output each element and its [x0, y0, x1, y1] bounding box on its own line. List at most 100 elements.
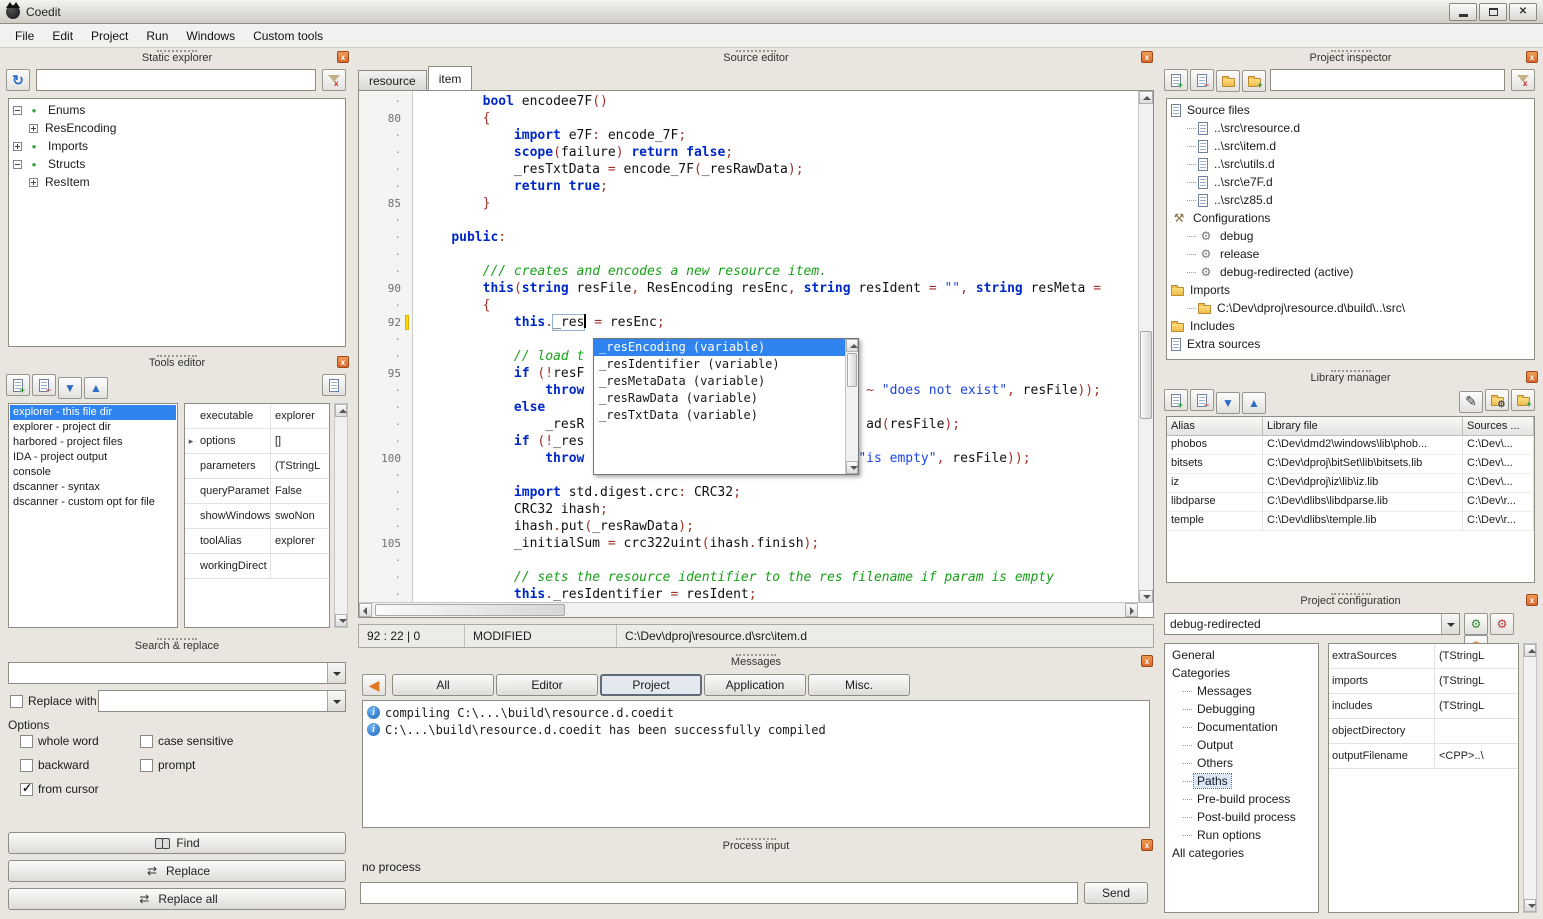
expand-icon[interactable] [29, 178, 38, 187]
property-row[interactable]: toolAliasexplorer [185, 529, 329, 554]
project-tree-item[interactable]: ..\src\utils.d [1169, 155, 1532, 173]
scroll-down-icon[interactable] [846, 461, 858, 474]
property-value[interactable]: (TStringL [1435, 650, 1518, 662]
tool-list-item[interactable]: explorer - project dir [10, 420, 176, 435]
category-tree-item[interactable]: Categories [1167, 664, 1316, 682]
close-panel-button[interactable] [1526, 51, 1538, 63]
completion-item[interactable]: _resEncoding (variable) [594, 339, 845, 356]
symbol-tree-item[interactable]: ●Enums [11, 101, 343, 119]
add-tool-button[interactable]: + [6, 374, 30, 396]
replace-button[interactable]: ⇄ Replace [8, 860, 346, 882]
library-row[interactable]: izC:\Dev\dproj\iz\lib\iz.libC:\Dev\... [1167, 474, 1534, 493]
message-row[interactable]: C:\...\build\resource.d.coedit has been … [363, 721, 1149, 738]
tab-resource[interactable]: resource [358, 70, 427, 90]
project-tree-item[interactable]: C:\Dev\dproj\resource.d\build\..\src\ [1169, 299, 1532, 317]
symbol-filter-input[interactable] [36, 69, 316, 91]
scroll-right-icon[interactable] [1125, 603, 1138, 617]
project-tree-item[interactable]: ..\src\item.d [1169, 137, 1532, 155]
property-row[interactable]: ▸options[] [185, 429, 329, 454]
checkbox-from-cursor[interactable]: from cursor [20, 782, 99, 796]
property-value[interactable]: explorer [271, 410, 329, 422]
filter-application-button[interactable]: Application [704, 674, 806, 696]
scroll-down-icon[interactable] [1524, 899, 1536, 912]
library-from-folder-button[interactable]: + [1511, 389, 1535, 411]
close-panel-button[interactable] [337, 51, 349, 63]
add-library-button[interactable]: + [1164, 389, 1188, 411]
chevron-down-icon[interactable] [327, 663, 345, 683]
symbol-tree-item[interactable]: ●Imports [11, 137, 343, 155]
category-tree-item[interactable]: Pre-build process [1167, 790, 1316, 808]
scroll-down-icon[interactable] [1139, 590, 1153, 603]
checkbox-prompt[interactable]: prompt [140, 758, 195, 772]
column-header-libraryfile[interactable]: Library file [1263, 417, 1463, 436]
close-panel-button[interactable] [1141, 51, 1153, 63]
property-value[interactable]: (TStringL [271, 460, 329, 472]
project-tree-item[interactable]: ⚒Configurations [1169, 209, 1532, 227]
property-value[interactable]: (TStringL [1435, 675, 1518, 687]
tool-list-item[interactable]: explorer - this file dir [10, 405, 176, 420]
send-button[interactable]: Send [1084, 882, 1148, 904]
property-value[interactable]: explorer [271, 535, 329, 547]
project-tree-item[interactable]: Extra sources [1169, 335, 1532, 353]
library-row[interactable]: templeC:\Dev\dlibs\temple.libC:\Dev\r... [1167, 512, 1534, 531]
tools-grid-scrollbar[interactable] [334, 403, 348, 628]
scroll-up-icon[interactable] [846, 339, 858, 352]
filter-all-button[interactable]: All [392, 674, 494, 696]
property-row[interactable]: queryParametFalse [185, 479, 329, 504]
scroll-down-icon[interactable] [335, 614, 347, 627]
menu-project[interactable]: Project [82, 26, 137, 46]
completion-item[interactable]: _resTxtData (variable) [594, 407, 845, 424]
process-input-field[interactable] [360, 882, 1078, 904]
property-row[interactable]: objectDirectory [1329, 719, 1518, 744]
remove-source-button[interactable]: − [1190, 69, 1214, 91]
project-tree-item[interactable]: ..\src\resource.d [1169, 119, 1532, 137]
scrollbar-thumb[interactable] [847, 353, 857, 387]
project-tree-item[interactable]: Imports [1169, 281, 1532, 299]
category-tree-item[interactable]: All categories [1167, 844, 1316, 862]
project-tree-item[interactable]: ⚙debug-redirected (active) [1169, 263, 1532, 281]
project-tree-item[interactable]: ..\src\z85.d [1169, 191, 1532, 209]
filter-misc-button[interactable]: Misc. [808, 674, 910, 696]
completion-item[interactable]: _resIdentifier (variable) [594, 356, 845, 373]
property-row[interactable]: workingDirect [185, 554, 329, 579]
category-tree-item[interactable]: Documentation [1167, 718, 1316, 736]
property-row[interactable]: showWindowsswoNon [185, 504, 329, 529]
close-button[interactable]: ✕ [1509, 3, 1537, 21]
category-tree-item[interactable]: Others [1167, 754, 1316, 772]
project-tree-item[interactable]: ..\src\e7F.d [1169, 173, 1532, 191]
close-panel-button[interactable] [1526, 594, 1538, 606]
category-tree-item[interactable]: Run options [1167, 826, 1316, 844]
remove-library-button[interactable]: − [1190, 389, 1214, 411]
scroll-up-icon[interactable] [1139, 91, 1153, 104]
property-row[interactable]: includes(TStringL [1329, 694, 1518, 719]
tool-list-item[interactable]: console [10, 465, 176, 480]
replace-combobox[interactable] [98, 690, 346, 712]
configuration-grid-scrollbar[interactable] [1523, 643, 1537, 913]
menu-custom-tools[interactable]: Custom tools [244, 26, 332, 46]
scroll-up-icon[interactable] [1524, 644, 1536, 657]
property-value[interactable]: [] [271, 435, 329, 447]
scroll-left-icon[interactable] [359, 603, 372, 617]
library-row[interactable]: libdparseC:\Dev\dlibs\libdparse.libC:\De… [1167, 493, 1534, 512]
symbol-tree-item[interactable]: ResItem [11, 173, 343, 191]
project-tree-item[interactable]: ⚙release [1169, 245, 1532, 263]
tool-list-item[interactable]: IDA - project output [10, 450, 176, 465]
expand-icon[interactable] [13, 142, 22, 151]
close-panel-button[interactable] [1526, 371, 1538, 383]
move-library-up-button[interactable]: ▲ [1242, 392, 1266, 414]
remove-tool-button[interactable]: − [32, 374, 56, 396]
tool-list-item[interactable]: dscanner - syntax [10, 480, 176, 495]
edit-library-button[interactable]: ✎ [1459, 391, 1483, 413]
category-tree-item[interactable]: Messages [1167, 682, 1316, 700]
category-tree-item[interactable]: Output [1167, 736, 1316, 754]
editor-vertical-scrollbar[interactable] [1138, 91, 1153, 603]
find-button[interactable]: Find [8, 832, 346, 854]
property-row[interactable]: parameters(TStringL [185, 454, 329, 479]
close-panel-button[interactable] [1141, 655, 1153, 667]
tool-list-item[interactable]: harbored - project files [10, 435, 176, 450]
category-tree-item[interactable]: Paths [1167, 772, 1316, 790]
add-folder-button[interactable]: + [1242, 70, 1266, 92]
editor-horizontal-scrollbar[interactable] [359, 602, 1138, 617]
category-tree-item[interactable]: General [1167, 646, 1316, 664]
chevron-down-icon[interactable] [1441, 614, 1459, 634]
